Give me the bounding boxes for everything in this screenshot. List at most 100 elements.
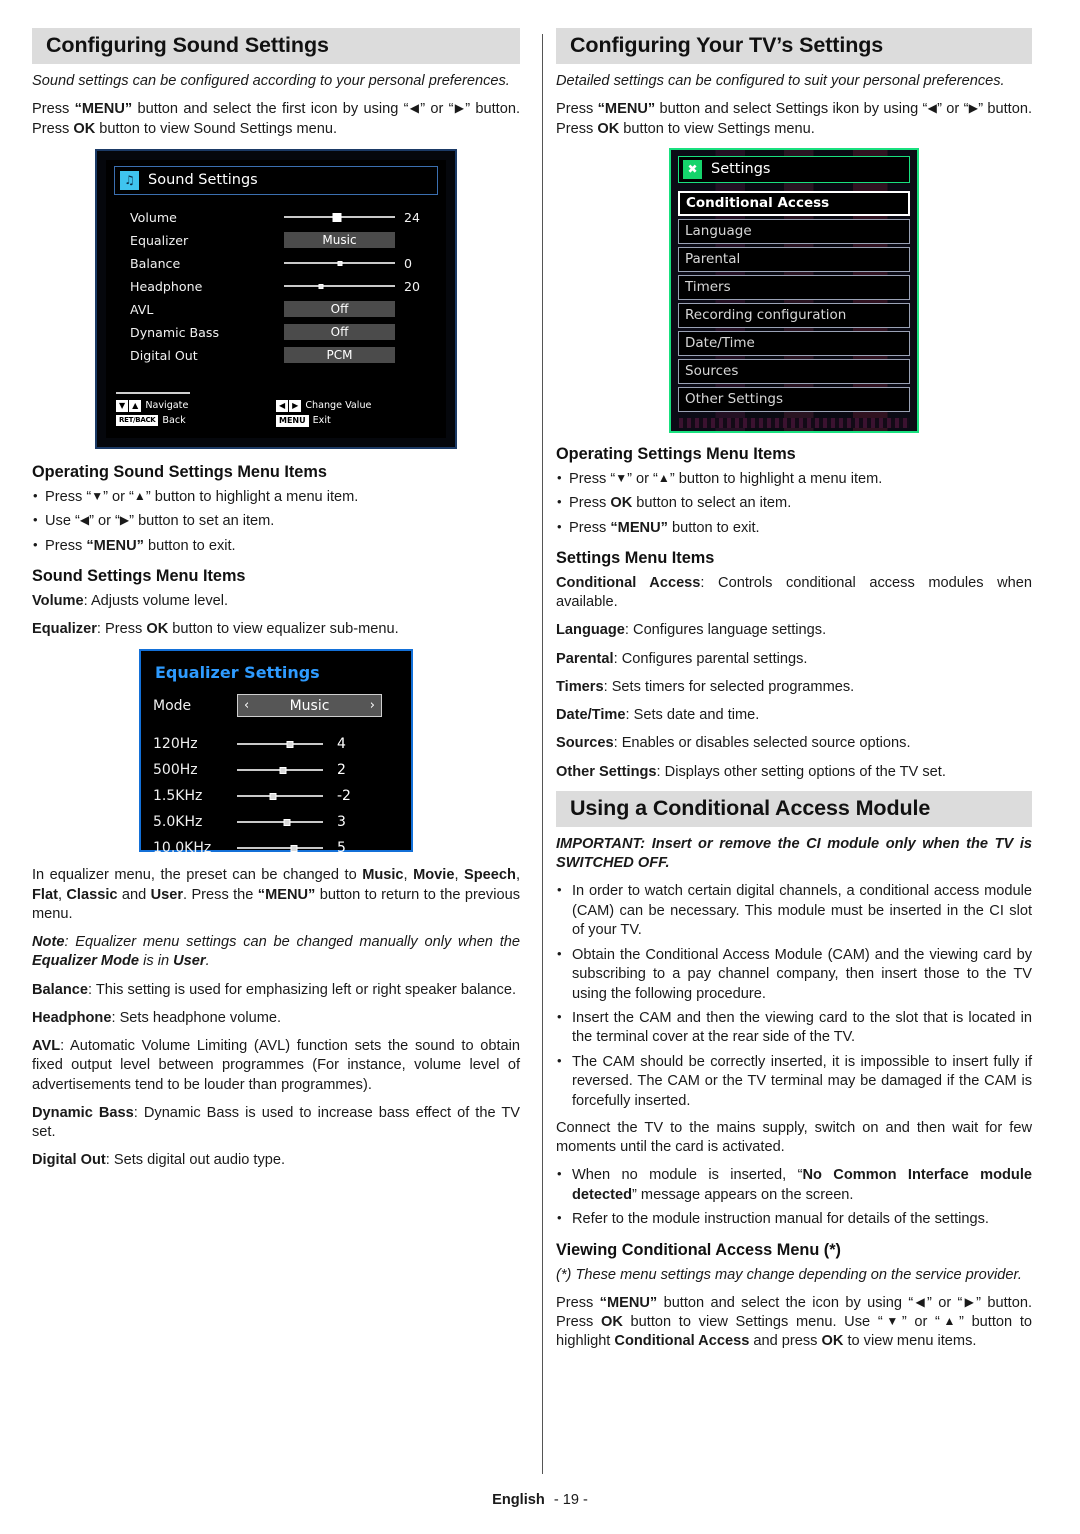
row-control[interactable] xyxy=(284,280,395,292)
row-control[interactable]: Music xyxy=(284,232,395,249)
mode-value: Music xyxy=(289,697,330,714)
menu-keyword: “MENU” xyxy=(257,886,316,903)
row-control[interactable]: Off xyxy=(284,324,395,341)
hint-row-2: RET/BACK Back MENU Exit xyxy=(116,414,436,427)
hint-change-value: ◀ ▶ Change Value xyxy=(276,399,436,412)
settings-item-language[interactable]: Language xyxy=(678,218,910,244)
digital-out-value-pill[interactable]: PCM xyxy=(284,347,395,364)
osd-title: Settings xyxy=(711,161,771,178)
settings-item-date-time[interactable]: Date/Time xyxy=(678,330,910,356)
menu-keyword: “MENU” xyxy=(599,1294,658,1311)
sound-row-headphone[interactable]: Headphone 20 xyxy=(130,276,438,297)
text-frag: button to view equalizer sub-menu. xyxy=(168,621,399,638)
band-value: 5 xyxy=(337,840,346,857)
chevron-right-icon[interactable]: › xyxy=(370,698,375,713)
band-slider[interactable] xyxy=(237,764,323,776)
slider-knob[interactable] xyxy=(279,766,287,774)
slider-knob[interactable] xyxy=(332,212,342,222)
note-label: Note xyxy=(32,934,65,951)
chevron-left-icon[interactable]: ‹ xyxy=(244,698,249,713)
equalizer-mode-row[interactable]: Mode ‹ Music › xyxy=(153,694,399,718)
sound-row-balance[interactable]: Balance 0 xyxy=(130,253,438,274)
slider-track xyxy=(237,821,323,824)
band-slider[interactable] xyxy=(237,790,323,802)
text-frag: When no module is inserted, “ xyxy=(572,1167,803,1184)
two-column-layout: Configuring Sound Settings Sound setting… xyxy=(32,28,1048,1458)
sound-icon: ♫ xyxy=(120,170,139,190)
text-frag: Press xyxy=(32,101,75,118)
definition-volume: Volume: Adjusts volume level. xyxy=(32,592,520,611)
slider-knob[interactable] xyxy=(269,792,277,800)
hint-label: Exit xyxy=(312,415,331,427)
definition-sources: Sources: Enables or disables selected so… xyxy=(556,734,1032,753)
footer-page-number: - 19 - xyxy=(553,1492,588,1508)
settings-item-sources[interactable]: Sources xyxy=(678,358,910,384)
definition-timers: Timers: Sets timers for selected program… xyxy=(556,678,1032,697)
slider-knob[interactable] xyxy=(286,740,294,748)
ok-keyword: OK xyxy=(146,621,169,638)
settings-item-parental[interactable]: Parental xyxy=(678,246,910,272)
slider-knob[interactable] xyxy=(283,818,291,826)
ok-keyword: OK xyxy=(610,495,633,512)
row-control[interactable]: Off xyxy=(284,301,395,318)
term: Headphone xyxy=(32,1009,112,1026)
list-item: Press “▼” or “▲” button to highlight a m… xyxy=(32,487,520,507)
text-frag: : Press xyxy=(96,621,147,638)
avl-value-pill[interactable]: Off xyxy=(284,301,395,318)
text-frag: . Press the xyxy=(183,886,258,903)
balance-slider[interactable] xyxy=(284,257,395,269)
equalizer-osd-title: Equalizer Settings xyxy=(155,663,320,683)
operating-sound-bullets: Press “▼” or “▲” button to highlight a m… xyxy=(32,487,520,556)
eq-band-row[interactable]: 5.0KHz 3 xyxy=(153,809,399,835)
settings-item-timers[interactable]: Timers xyxy=(678,274,910,300)
row-label: Volume xyxy=(130,209,177,225)
headphone-slider[interactable] xyxy=(284,280,395,292)
settings-osd: ✖ Settings Conditional Access Language P… xyxy=(669,147,919,433)
sound-row-digital-out[interactable]: Digital Out PCM xyxy=(130,345,438,366)
row-label: Dynamic Bass xyxy=(130,324,220,340)
text-frag: : Sets headphone volume. xyxy=(111,1009,282,1026)
text-frag: Press xyxy=(45,537,87,554)
slider-knob[interactable] xyxy=(318,283,324,289)
right-column: Configuring Your TV’s Settings Detailed … xyxy=(532,28,1032,1458)
sound-row-volume[interactable]: Volume 24 xyxy=(130,207,438,228)
hint-exit: MENU Exit xyxy=(276,414,436,427)
slider-knob[interactable] xyxy=(290,844,298,852)
band-label: 1.5KHz xyxy=(153,788,203,805)
list-item: When no module is inserted, “No Common I… xyxy=(556,1165,1032,1205)
ok-keyword: OK xyxy=(597,120,620,137)
footer-language: English xyxy=(492,1492,545,1508)
band-slider[interactable] xyxy=(237,816,323,828)
band-slider[interactable] xyxy=(237,842,323,854)
eq-band-row[interactable]: 1.5KHz -2 xyxy=(153,783,399,809)
volume-slider[interactable] xyxy=(284,211,395,223)
eq-band-row[interactable]: 500Hz 2 xyxy=(153,757,399,783)
eq-band-row[interactable]: 10.0KHz 5 xyxy=(153,835,399,861)
slider-track xyxy=(237,847,323,850)
equalizer-value-pill[interactable]: Music xyxy=(284,232,395,249)
band-slider[interactable] xyxy=(237,738,323,750)
definition-headphone: Headphone: Sets headphone volume. xyxy=(32,1009,520,1028)
settings-item-recording-configuration[interactable]: Recording configuration xyxy=(678,302,910,328)
row-control[interactable] xyxy=(284,211,395,223)
row-control[interactable]: PCM xyxy=(284,347,395,364)
dynamic-bass-value-pill[interactable]: Off xyxy=(284,324,395,341)
text-frag: button to select an item. xyxy=(632,495,792,512)
text-frag: Press “ xyxy=(569,470,616,487)
term: Digital Out xyxy=(32,1152,106,1169)
right-arrow-icon: ▶ xyxy=(962,1294,977,1309)
sound-row-equalizer[interactable]: Equalizer Music xyxy=(130,230,438,251)
row-control[interactable] xyxy=(284,257,395,269)
sound-row-dynamic-bass[interactable]: Dynamic Bass Off xyxy=(130,322,438,343)
eq-band-row[interactable]: 120Hz 4 xyxy=(153,731,399,757)
text-frag: and press xyxy=(749,1333,822,1350)
left-arrow-icon: ◀ xyxy=(927,101,938,116)
settings-item-other-settings[interactable]: Other Settings xyxy=(678,386,910,412)
sound-row-avl[interactable]: AVL Off xyxy=(130,299,438,320)
settings-item-conditional-access[interactable]: Conditional Access xyxy=(678,190,910,216)
slider-knob[interactable] xyxy=(337,260,342,266)
left-key-icon: ◀ xyxy=(276,399,289,412)
mode-selector[interactable]: ‹ Music › xyxy=(237,694,382,718)
right-key-icon: ▶ xyxy=(289,399,302,412)
cam-bullets-secondary: When no module is inserted, “No Common I… xyxy=(556,1165,1032,1229)
